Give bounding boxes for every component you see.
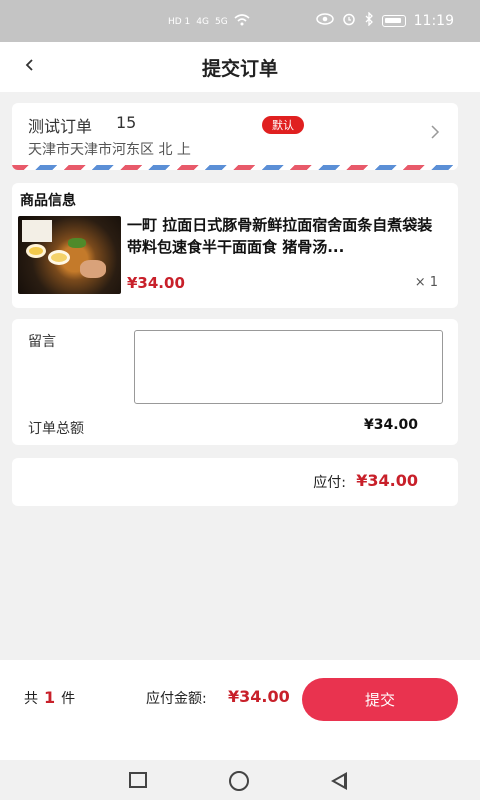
status-right: 11:19 [315,11,454,30]
network-label-3: 4G [196,16,209,27]
home-icon[interactable] [229,771,249,791]
page-title: 提交订单 [201,58,278,80]
item-count-suffix: 件 [61,691,76,707]
payable-value: ¥34.00 [356,471,418,490]
item-count: 共1件 [24,688,75,708]
airmail-stripe [12,165,458,170]
memo-input[interactable] [134,330,443,404]
recipient-phone: 15 [116,113,137,132]
order-total-label: 订单总额 [28,421,84,437]
product-quantity: × 1 [414,275,438,290]
alarm-icon [342,12,356,30]
system-nav-bar [0,760,480,800]
submit-button[interactable]: 提交 [302,678,458,721]
network-label-1: HD 1 [168,16,191,27]
memo-card: 留言 订单总额 ¥34.00 [12,319,458,445]
item-count-number: 1 [44,688,56,707]
pork-shape [80,260,106,278]
eye-icon [315,13,334,29]
back-icon[interactable] [331,772,347,790]
product-image[interactable] [18,216,121,294]
address-detail: 天津市天津市河东区 北 上 [28,142,191,158]
product-price: ¥34.00 [127,274,185,292]
battery-icon [381,15,406,27]
payable-card: 应付: ¥34.00 [12,458,458,506]
greens-shape [68,238,86,248]
egg-shape [26,244,46,258]
recipient-name: 测试订单 [28,117,93,136]
goods-section-title: 商品信息 [20,193,76,209]
address-card[interactable]: 测试订单 15 默认 天津市天津市河东区 北 上 [12,103,458,170]
signal-indicators: HD 1 4G 5G [168,14,250,29]
recents-icon[interactable] [129,772,147,788]
bluetooth-icon [364,11,374,30]
amount-value: ¥34.00 [228,687,290,706]
bottom-bar: 共1件 应付金额: ¥34.00 提交 [0,660,480,760]
order-total-value: ¥34.00 [363,417,418,433]
default-badge: 默认 [262,116,304,134]
goods-card: 商品信息 一町 拉面日式豚骨新鲜拉面宿舍面条自煮袋装带料包速食半干面面食 猪骨汤… [12,183,458,308]
status-time: 11:19 [413,13,454,29]
payable-label: 应付: [313,475,346,491]
amount-label: 应付金额: [146,691,207,707]
chevron-right-icon [430,121,440,145]
item-count-prefix: 共 [24,691,38,707]
nav-bar: 提交订单 [0,42,480,92]
product-image-badge [22,220,52,242]
egg-shape [48,250,70,265]
memo-label: 留言 [28,334,56,350]
status-bar: HD 1 4G 5G 11:19 [0,0,480,42]
product-title[interactable]: 一町 拉面日式豚骨新鲜拉面宿舍面条自煮袋装带料包速食半干面面食 猪骨汤... [127,214,445,258]
wifi-icon [234,14,250,29]
network-label-4: 5G [215,16,228,27]
